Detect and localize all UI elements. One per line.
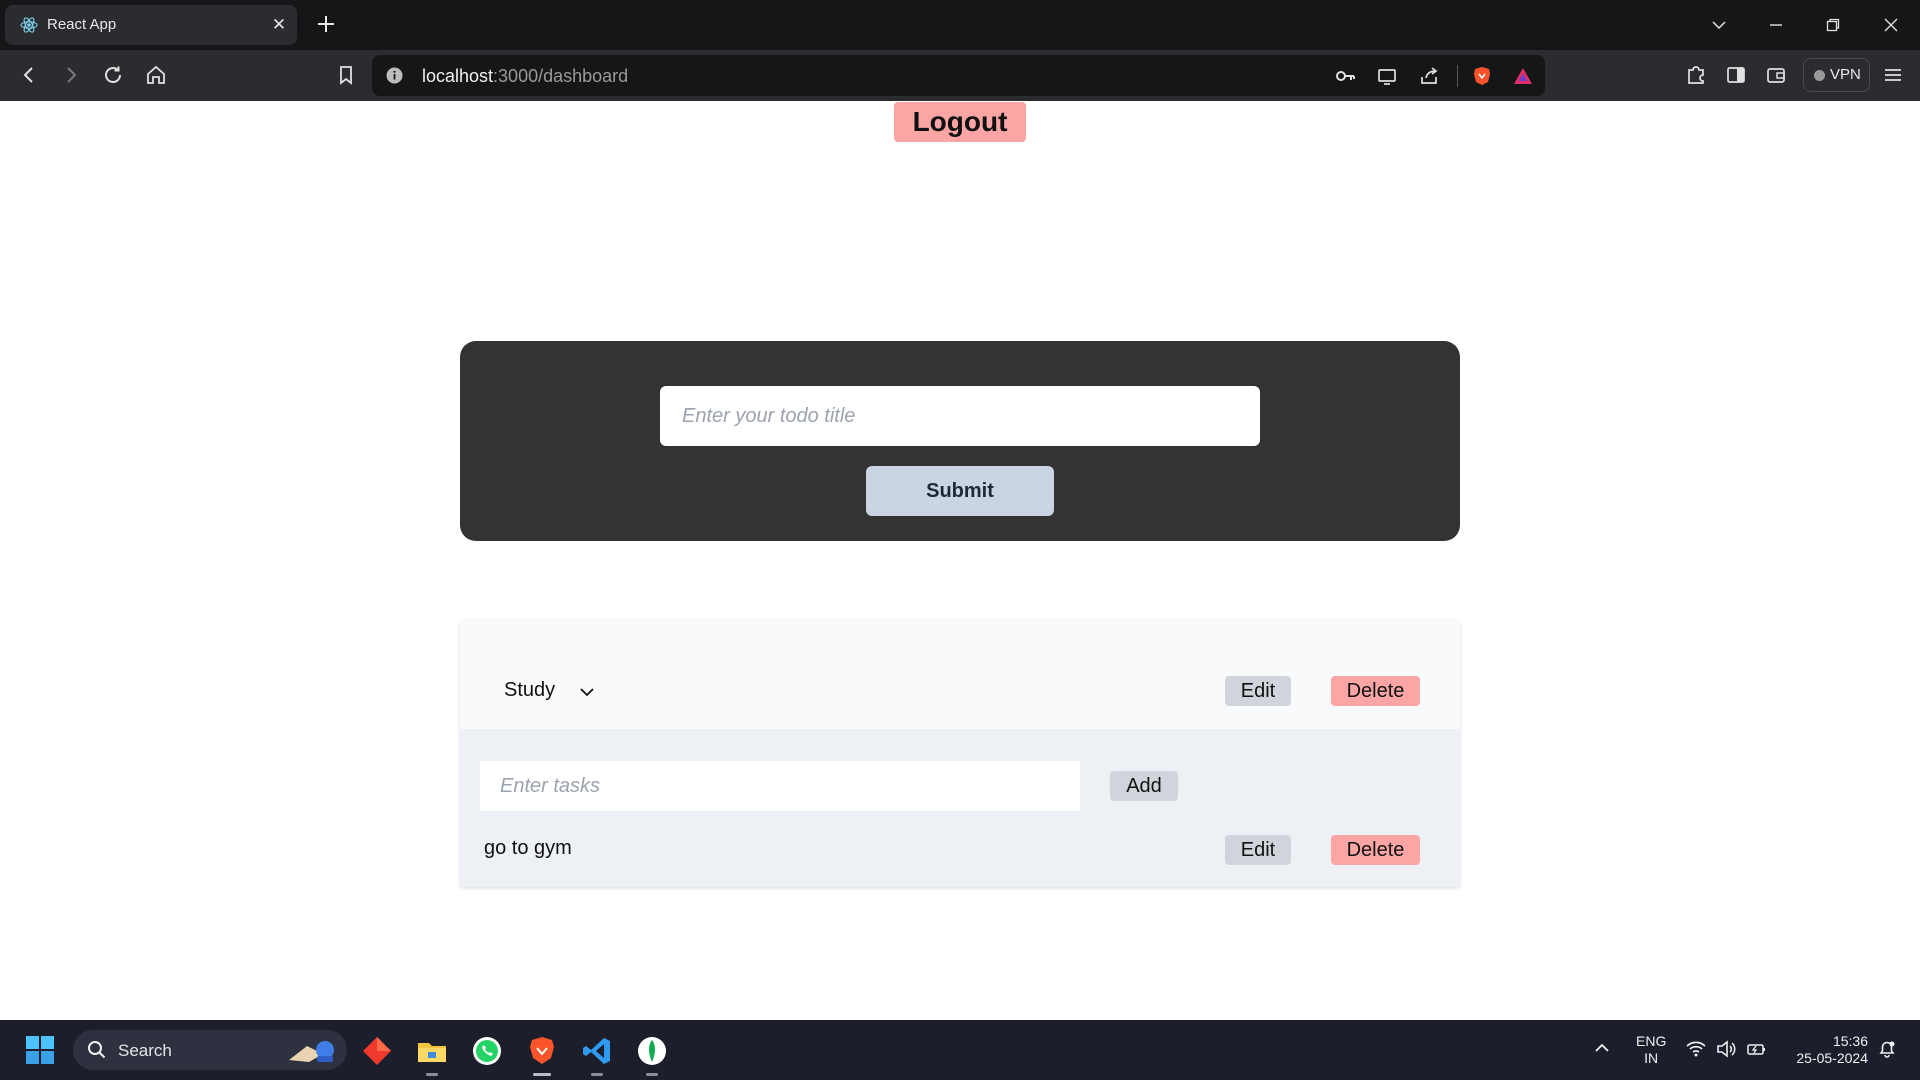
edit-task-button[interactable]: Edit (1225, 835, 1291, 865)
brave-browser-icon[interactable] (526, 1035, 558, 1067)
submit-button[interactable]: Submit (866, 466, 1054, 516)
new-tab-icon[interactable] (314, 12, 338, 36)
url-divider (1457, 65, 1458, 87)
chevron-down-icon[interactable] (578, 683, 596, 701)
system-clock[interactable]: 15:36 25-05-2024 (1784, 1033, 1868, 1067)
delete-todo-button[interactable]: Delete (1331, 676, 1420, 706)
url-text[interactable]: localhost:3000/dashboard (422, 66, 628, 87)
whatsapp-icon[interactable] (471, 1035, 503, 1067)
minimize-icon[interactable] (1761, 10, 1791, 40)
brave-shields-icon[interactable] (1471, 65, 1493, 87)
file-explorer-indicator (426, 1073, 438, 1076)
brave-active-indicator (533, 1073, 551, 1076)
bookmark-icon[interactable] (333, 62, 359, 88)
add-task-button[interactable]: Add (1110, 771, 1178, 801)
notification-bell-icon[interactable] (1876, 1038, 1898, 1060)
todo-title: Study (504, 679, 556, 701)
address-bar[interactable]: localhost:3000/dashboard (372, 55, 1545, 96)
restore-icon[interactable] (1818, 10, 1848, 40)
logout-button[interactable]: Logout (894, 102, 1026, 142)
language-region: IN (1644, 1050, 1659, 1066)
tab-close-icon[interactable]: ✕ (269, 15, 289, 35)
edit-todo-button[interactable]: Edit (1225, 676, 1291, 706)
language-code: ENG (1636, 1033, 1667, 1049)
share-icon[interactable] (1418, 65, 1440, 87)
wifi-icon[interactable] (1685, 1038, 1707, 1060)
browser-toolbar: localhost:3000/dashboard VPN (0, 50, 1920, 101)
close-window-icon[interactable] (1876, 10, 1906, 40)
taskbar-search[interactable]: Search (73, 1030, 347, 1070)
clock-time: 15:36 (1832, 1033, 1868, 1049)
home-icon[interactable] (143, 62, 169, 88)
language-indicator[interactable]: ENG IN (1636, 1033, 1666, 1067)
search-label: Search (118, 1041, 172, 1060)
chevron-up-icon[interactable] (1590, 1036, 1614, 1060)
vscode-indicator (591, 1073, 603, 1076)
extensions-icon[interactable] (1683, 62, 1709, 88)
task-text: go to gym (484, 837, 572, 859)
file-explorer-icon[interactable] (416, 1035, 448, 1067)
back-icon[interactable] (16, 62, 42, 88)
tab-search-chevron-icon[interactable] (1704, 10, 1734, 40)
reload-icon[interactable] (100, 62, 126, 88)
todo-title-input[interactable] (660, 386, 1260, 446)
dashboard-page: Logout Submit Study Edit Delete Add go t… (0, 101, 1920, 1020)
todo-item-body: Add go to gym Edit Delete (460, 729, 1460, 887)
delete-task-button[interactable]: Delete (1331, 835, 1420, 865)
forward-icon[interactable] (58, 62, 84, 88)
key-icon[interactable] (1334, 65, 1356, 87)
vscode-icon[interactable] (581, 1035, 613, 1067)
vpn-status-icon (1814, 70, 1825, 81)
cast-icon[interactable] (1376, 65, 1398, 87)
browser-tab[interactable]: React App ✕ (5, 5, 297, 45)
brave-rewards-icon[interactable] (1512, 65, 1534, 87)
search-icon (88, 1041, 106, 1059)
url-path: :3000/dashboard (493, 66, 629, 86)
battery-icon[interactable] (1745, 1038, 1767, 1060)
task-input[interactable] (480, 761, 1080, 811)
clock-date: 25-05-2024 (1796, 1050, 1868, 1066)
menu-icon[interactable] (1880, 62, 1906, 88)
volume-icon[interactable] (1715, 1038, 1737, 1060)
app-diamond-icon[interactable] (361, 1035, 393, 1067)
tab-title: React App (47, 16, 117, 33)
browser-tab-bar: React App ✕ (0, 0, 1920, 50)
vpn-button[interactable]: VPN (1803, 58, 1870, 92)
url-host: localhost (422, 66, 494, 86)
windows-taskbar: Search ENG IN 15:36 25-05-2024 (0, 1020, 1920, 1080)
mongodb-compass-icon[interactable] (636, 1035, 668, 1067)
todo-form-card: Submit (460, 341, 1460, 541)
todo-item: Study Edit Delete Add go to gym Edit Del… (460, 621, 1460, 887)
wallet-icon[interactable] (1763, 62, 1789, 88)
todo-item-header[interactable]: Study Edit Delete (460, 621, 1460, 729)
mongodb-indicator (646, 1073, 658, 1076)
search-highlight-icon (289, 1041, 334, 1062)
windows-start-icon[interactable] (24, 1034, 56, 1066)
sidebar-icon[interactable] (1723, 62, 1749, 88)
vpn-label: VPN (1830, 66, 1861, 83)
react-logo-icon (20, 17, 38, 33)
site-info-icon[interactable] (386, 67, 403, 84)
